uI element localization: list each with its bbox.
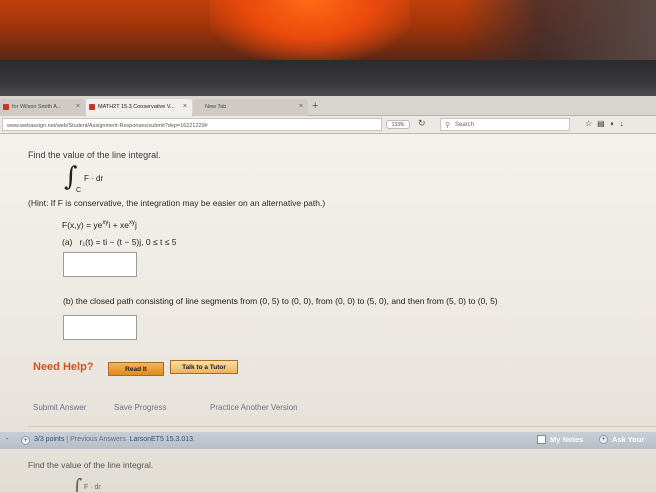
download-icon[interactable]: ↓ [620,119,629,128]
tab-previous[interactable]: for Wilson Smith A... × [0,99,85,116]
my-notes-checkbox[interactable] [537,435,546,444]
tab-new[interactable]: New Tab × [193,99,308,116]
close-icon[interactable]: × [183,103,187,110]
section-divider [28,426,656,427]
source-label: LarsonET5 15.3.013. [129,436,195,443]
my-notes-label[interactable]: My Notes [550,435,583,444]
part-a-label: (a) [62,237,73,247]
question-title: Find the value of the line integral. [28,150,161,160]
favicon-icon [3,104,9,110]
next-question-title: Find the value of the line integral. [28,460,154,470]
monitor-bezel [0,60,656,96]
submit-answer-button[interactable]: Submit Answer [33,403,86,412]
close-icon[interactable]: × [299,103,303,110]
tab-label: for Wilson Smith A... [12,104,62,110]
integral-subscript: C [76,187,82,194]
close-icon[interactable]: × [76,103,80,110]
toolbar-icons: ☆▤◗↓ [585,119,629,128]
lamp-glow [210,0,410,60]
status-text: 3/3 points | Previous Answers LarsonET5 … [34,436,195,443]
part-b-prompt: (b) the closed path consisting of line s… [63,296,498,306]
hint-text: (Hint: If F is conservative, the integra… [28,198,326,208]
question-status-bar: - + 3/3 points | Previous Answers Larson… [0,432,656,449]
next-integral-body: F · dr [84,484,101,491]
part-a-prompt: (a) r₁(t) = ti − (t − 5)j, 0 ≤ t ≤ 5 [62,237,176,247]
navigation-bar: www.webassign.net/web/Student/Assignment… [0,116,656,134]
action-row: Submit Answer Save Progress Practice Ano… [28,400,318,416]
part-b-answer-input[interactable] [63,315,137,340]
photo-background [0,0,656,96]
zoom-indicator[interactable]: 133% [386,120,410,129]
ask-plus-icon[interactable]: + [599,435,608,444]
vector-field: F(x,y) = yexyi + xexyj [62,220,137,230]
reading-list-icon[interactable]: ▤ [597,119,610,128]
favicon-icon [89,104,95,110]
search-placeholder: Search [455,122,475,128]
bookmark-star-icon[interactable]: ☆ [585,119,597,128]
url-field[interactable]: www.webassign.net/web/Student/Assignment… [2,118,382,131]
tab-label: MATH2T 15.3 Conservative V... [98,104,175,110]
search-icon: ⚲ [445,122,451,129]
new-tab-icon[interactable]: + [312,100,318,112]
pocket-icon[interactable]: ◗ [610,119,620,128]
reload-icon[interactable]: ↻ [418,118,426,129]
assignment-page: Find the value of the line integral. ∫ C… [0,134,656,492]
tab-label: New Tab [205,104,227,110]
need-help-label: Need Help? [33,361,94,373]
next-integral-sign: ∫ [72,474,83,492]
expand-plus-icon[interactable]: + [21,436,30,445]
talk-to-tutor-button[interactable]: Talk to a Tutor [170,360,238,374]
part-a-answer-input[interactable] [63,252,137,277]
part-a-text: r₁(t) = ti − (t − 5)j, 0 ≤ t ≤ 5 [79,237,177,247]
search-input[interactable]: ⚲ Search [440,118,570,131]
save-progress-button[interactable]: Save Progress [114,403,166,412]
question-number: - [6,436,9,443]
points-label: 3/3 points [34,436,65,443]
read-it-button[interactable]: Read It [108,362,164,376]
integral-body: F · dr [84,174,104,183]
practice-another-version-button[interactable]: Practice Another Version [210,403,298,412]
ask-your-teacher-button[interactable]: Ask Your [612,435,644,444]
tab-active[interactable]: MATH2T 15.3 Conservative V... × [86,99,192,116]
previous-answers-link[interactable]: Previous Answers [70,436,126,443]
browser-tab-bar: for Wilson Smith A... × MATH2T 15.3 Cons… [0,96,656,116]
